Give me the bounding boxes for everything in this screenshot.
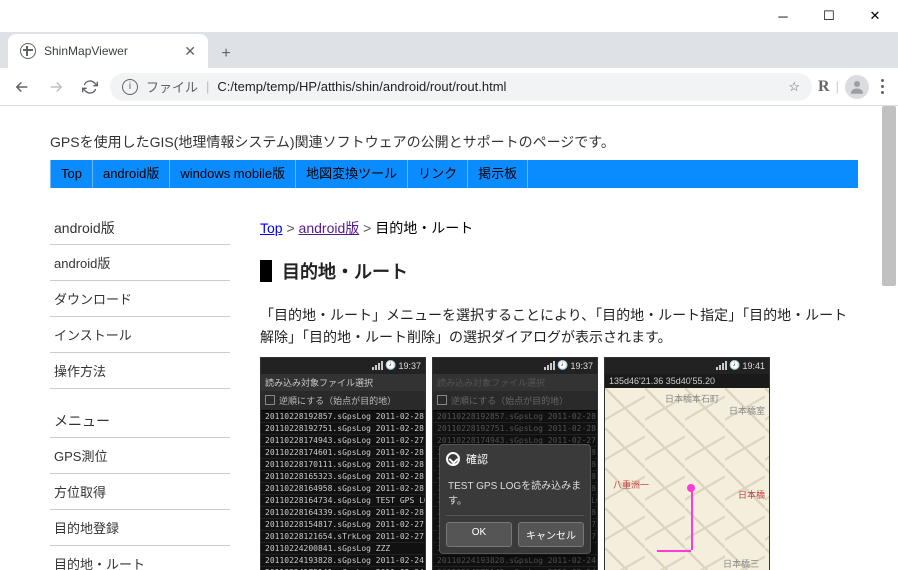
side-item-destreg[interactable]: 目的地登録 xyxy=(50,509,230,545)
log-row: 20110228165323.sGpsLog 2011-02-28 16:50:… xyxy=(261,471,425,483)
top-nav: Top android版 windows mobile版 地図変換ツール リンク… xyxy=(50,160,858,188)
close-tab-icon[interactable]: ✕ xyxy=(184,43,196,60)
sidebar: android版 android版 ダウンロード インストール 操作方法 メニュ… xyxy=(50,218,230,570)
omnibox[interactable]: i ファイル | C:/temp/temp/HP/atthis/shin/and… xyxy=(110,73,812,101)
log-row: 20110228174601.sGpsLog 2011-02-28 17:45:… xyxy=(261,447,425,459)
new-tab-button[interactable]: + xyxy=(212,40,240,68)
side-item-manual[interactable]: 操作方法 xyxy=(50,352,230,389)
vertical-scrollbar[interactable] xyxy=(882,106,896,570)
log-row: 20110228192751.sGpsLog 2011-02-28 18:01:… xyxy=(261,423,425,435)
nav-android[interactable]: android版 xyxy=(93,160,170,188)
tab-active[interactable]: ShinMapViewer ✕ xyxy=(8,34,208,68)
log-row: 20110228192857.sGpsLog 2011-02-28 19:28:… xyxy=(261,411,425,423)
log-row: 20110228174943.sGpsLog 2011-02-27 17:49:… xyxy=(261,435,425,447)
log-row: 20110224200841.sGpsLog ZZZ xyxy=(261,543,425,555)
log-row: 20110228164958.sGpsLog 2011-02-28 16:47:… xyxy=(261,483,425,495)
extension-r-icon[interactable]: R xyxy=(818,78,830,96)
nav-top[interactable]: Top xyxy=(50,160,93,188)
log-row: 20110228154817.sGpsLog 2011-02-27 15:46:… xyxy=(261,519,425,531)
window-titlebar: ─ ☐ ✕ xyxy=(0,0,898,32)
url-text: C:/temp/temp/HP/atthis/shin/android/rout… xyxy=(217,79,780,94)
maximize-button[interactable]: ☐ xyxy=(806,0,852,32)
browser-menu-icon[interactable] xyxy=(875,73,890,100)
clock-icon: 🕗 xyxy=(385,360,396,371)
nav-bbs[interactable]: 掲示板 xyxy=(468,160,528,188)
side-head-android: android版 xyxy=(50,218,230,244)
nav-link[interactable]: リンク xyxy=(408,160,468,188)
screenshot-confirm-dialog: 🕗19:37 読み込み対象ファイル選択 逆順にする（始点が目的地） 201102… xyxy=(432,357,598,570)
coordinates-readout: 135d46'21.36 35d40'55.20 xyxy=(605,374,769,388)
reload-button[interactable] xyxy=(76,73,104,101)
clock-icon: 🕗 xyxy=(729,360,740,371)
screenshot-row: 🕗19:37 読み込み対象ファイル選択 逆順にする（始点が目的地） 201102… xyxy=(260,357,858,570)
side-item-route[interactable]: 目的地・ルート xyxy=(50,545,230,570)
scrollbar-thumb[interactable] xyxy=(882,106,896,286)
page-viewport: GPSを使用したGIS(地理情報システム)関連ソフトウェアの公開とサポートのペー… xyxy=(0,106,898,570)
dialog-cancel-button[interactable]: キャンセル xyxy=(518,522,584,547)
main-content: Top > android版 > 目的地・ルート 目的地・ルート 「目的地・ルー… xyxy=(260,218,858,570)
page-description: GPSを使用したGIS(地理情報システム)関連ソフトウェアの公開とサポートのペー… xyxy=(50,132,858,152)
nav-winmobile[interactable]: windows mobile版 xyxy=(170,160,296,188)
forward-button[interactable] xyxy=(42,73,70,101)
breadcrumb: Top > android版 > 目的地・ルート xyxy=(260,218,858,238)
tab-title: ShinMapViewer xyxy=(44,44,176,58)
site-info-icon[interactable]: i xyxy=(122,79,138,95)
side-item-bearing[interactable]: 方位取得 xyxy=(50,473,230,509)
side-item-gps[interactable]: GPS測位 xyxy=(50,437,230,473)
heading-marker xyxy=(260,260,272,282)
side-item-download[interactable]: ダウンロード xyxy=(50,280,230,316)
address-bar: i ファイル | C:/temp/temp/HP/atthis/shin/and… xyxy=(0,68,898,106)
log-row: 20110224193828.sGpsLog 2011-02-24 19:35:… xyxy=(261,555,425,567)
log-row: 20110228121654.sTrkLog 2011-02-27 01:51:… xyxy=(261,531,425,543)
close-window-button[interactable]: ✕ xyxy=(852,0,898,32)
confirm-icon xyxy=(446,452,460,466)
log-row: 20110228164734.sGpsLog TEST GPS LOG xyxy=(261,495,425,507)
page-heading: 目的地・ルート xyxy=(260,258,858,284)
intro-paragraph: 「目的地・ルート」メニューを選択することにより、「目的地・ルート指定」「目的地・… xyxy=(260,304,858,349)
crumb-current: 目的地・ルート xyxy=(375,220,473,236)
back-button[interactable] xyxy=(8,73,36,101)
crumb-top[interactable]: Top xyxy=(260,220,283,236)
screenshot-file-list: 🕗19:37 読み込み対象ファイル選択 逆順にする（始点が目的地） 201102… xyxy=(260,357,426,570)
checkbox-icon xyxy=(265,395,275,405)
crumb-android[interactable]: android版 xyxy=(299,220,360,236)
log-row: 20110228170111.sGpsLog 2011-02-28 16:58:… xyxy=(261,459,425,471)
side-head-menu: メニュー xyxy=(50,411,230,437)
url-scheme: ファイル xyxy=(146,77,198,96)
profile-avatar[interactable] xyxy=(845,75,869,99)
confirm-dialog: 確認 TEST GPS LOGを読み込みます。 OK キャンセル xyxy=(439,444,591,554)
tab-bar: ShinMapViewer ✕ + xyxy=(0,32,898,68)
screenshot-map: 🕗19:41 135d46'21.36 35d40'55.20 日本橋本石町 日… xyxy=(604,357,770,570)
minimize-button[interactable]: ─ xyxy=(760,0,806,32)
bookmark-star-icon[interactable]: ☆ xyxy=(788,79,800,95)
dialog-ok-button[interactable]: OK xyxy=(446,522,512,547)
nav-mapconv[interactable]: 地図変換ツール xyxy=(296,160,408,188)
side-item-install[interactable]: インストール xyxy=(50,316,230,352)
log-row: 20110228164339.sGpsLog 2011-02-28 16:41:… xyxy=(261,507,425,519)
globe-icon xyxy=(20,43,36,59)
side-item-android[interactable]: android版 xyxy=(50,244,230,280)
